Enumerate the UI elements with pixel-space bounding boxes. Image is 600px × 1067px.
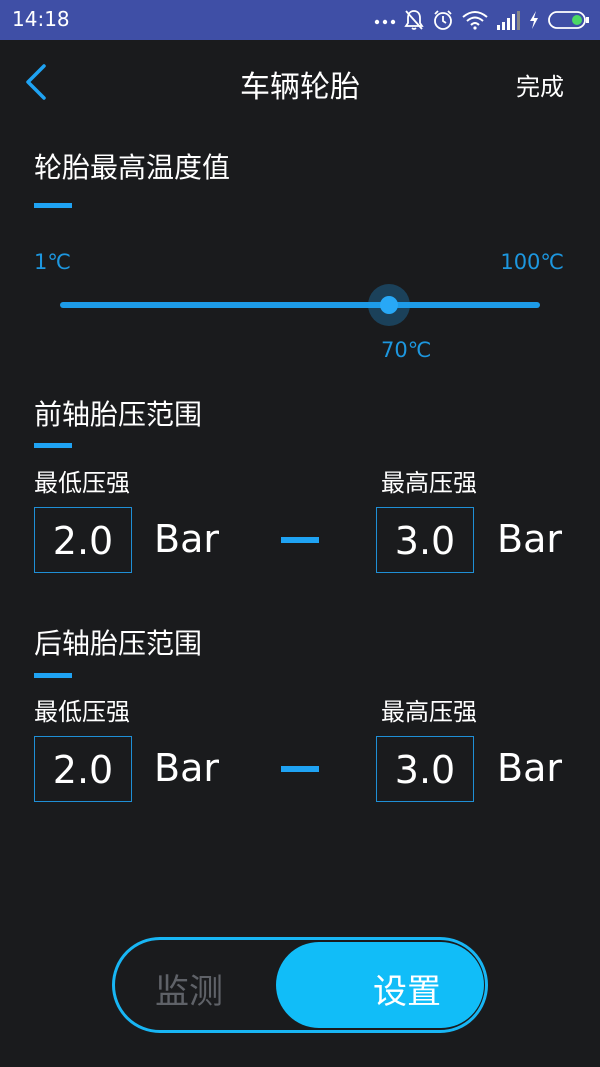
temperature-slider-thumb[interactable] <box>380 296 398 314</box>
temperature-min-label: 1℃ <box>34 250 71 274</box>
front-min-unit: Bar <box>154 517 219 561</box>
mute-bell-icon <box>404 10 424 30</box>
front-range-dash <box>281 537 319 543</box>
done-button[interactable]: 完成 <box>516 67 564 102</box>
rear-axle-section-title: 后轴胎压范围 <box>34 627 203 660</box>
page-title: 车辆轮胎 <box>240 70 360 105</box>
rear-max-pressure-label: 最高压强 <box>381 698 477 726</box>
temperature-max-label: 100℃ <box>500 250 564 274</box>
charging-icon <box>530 11 538 29</box>
rear-min-pressure-label: 最低压强 <box>34 698 130 726</box>
front-max-unit: Bar <box>497 517 562 561</box>
battery-icon <box>548 11 589 29</box>
front-axle-section-title: 前轴胎压范围 <box>34 398 203 431</box>
rear-axle-accent-bar <box>34 673 72 678</box>
temperature-section-title: 轮胎最高温度值 <box>34 151 231 184</box>
wifi-icon <box>462 11 488 30</box>
status-icons <box>374 6 590 34</box>
rear-max-pressure-input[interactable]: 3.0 <box>376 736 474 802</box>
tab-settings-label: 设置 <box>373 972 441 1012</box>
more-dots-icon <box>374 19 396 25</box>
front-min-pressure-input[interactable]: 2.0 <box>34 507 132 573</box>
temperature-value-label: 70℃ <box>381 338 432 362</box>
front-axle-accent-bar <box>34 443 72 448</box>
rear-min-pressure-input[interactable]: 2.0 <box>34 736 132 802</box>
status-time: 14:18 <box>12 7 70 31</box>
rear-min-unit: Bar <box>154 746 219 790</box>
tab-settings[interactable]: 设置 <box>276 942 484 1028</box>
front-max-pressure-input[interactable]: 3.0 <box>376 507 474 573</box>
alarm-icon <box>434 10 452 30</box>
nav-header: 车辆轮胎 完成 <box>0 40 600 124</box>
temperature-slider-track[interactable] <box>60 302 540 308</box>
status-bar: 14:18 <box>0 0 600 40</box>
temperature-accent-bar <box>34 203 72 208</box>
rear-max-unit: Bar <box>497 746 562 790</box>
front-min-pressure-label: 最低压强 <box>34 469 130 497</box>
signal-icon <box>497 11 520 30</box>
front-max-pressure-label: 最高压强 <box>381 469 477 497</box>
tab-monitor[interactable]: 监测 <box>155 964 223 1013</box>
rear-range-dash <box>281 766 319 772</box>
